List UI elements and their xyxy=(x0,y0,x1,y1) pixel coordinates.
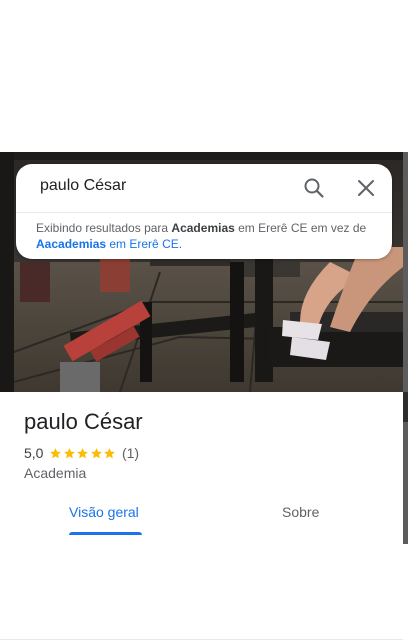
place-panel: paulo César 5,0 (1) Academia Visão geral… xyxy=(0,392,403,640)
star-icon xyxy=(50,447,62,458)
place-category: Academia xyxy=(24,465,87,481)
notice-term: Academias xyxy=(171,221,235,235)
tab-selected-indicator xyxy=(69,532,142,535)
rating-row[interactable]: 5,0 (1) xyxy=(24,444,139,462)
search-icon[interactable] xyxy=(302,176,326,200)
tab-about[interactable]: Sobre xyxy=(282,504,319,520)
scrollbar-thumb[interactable] xyxy=(403,392,408,422)
tab-bar: Visão geral Sobre xyxy=(0,496,403,640)
star-icon xyxy=(77,447,89,458)
results-notice: Exibindo resultados para Academias em Er… xyxy=(36,220,376,252)
blank-area xyxy=(0,0,408,152)
notice-prefix: Exibindo resultados para xyxy=(36,221,172,235)
place-title: paulo César xyxy=(24,409,143,434)
close-icon[interactable] xyxy=(355,177,377,199)
star-icon xyxy=(104,447,116,458)
stars xyxy=(49,447,117,460)
alternate-location: em Ererê CE. xyxy=(106,237,183,251)
tab-overview[interactable]: Visão geral xyxy=(69,504,139,520)
rating-value: 5,0 xyxy=(24,445,44,461)
review-count[interactable]: (1) xyxy=(122,445,139,461)
search-card: paulo César Exibindo resultados para Aca… xyxy=(16,164,392,259)
search-box[interactable]: paulo César xyxy=(16,164,392,212)
alternate-term: Aacademias xyxy=(36,237,107,251)
search-input[interactable]: paulo César xyxy=(40,177,126,195)
scrollbar-track[interactable] xyxy=(403,152,408,544)
star-icon xyxy=(91,447,102,458)
divider xyxy=(16,212,392,213)
alternate-search-link[interactable]: Aacademias em Ererê CE. xyxy=(36,237,182,251)
notice-location: em Ererê CE em vez de xyxy=(234,221,367,235)
star-icon xyxy=(64,447,75,458)
